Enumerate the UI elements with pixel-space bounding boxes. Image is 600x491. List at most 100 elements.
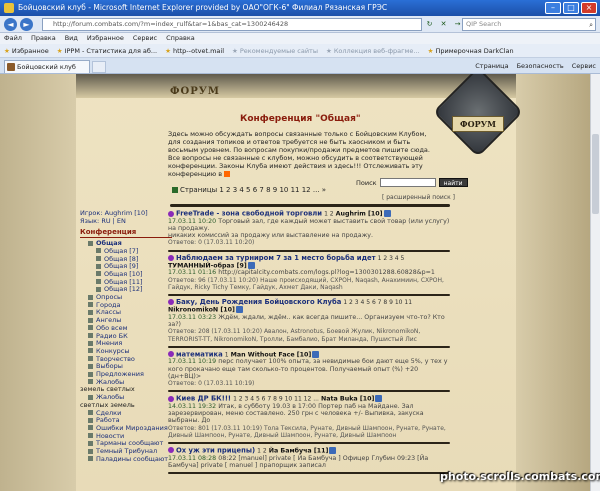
favorite-item[interactable]: ★ Примерочная DarkClan bbox=[428, 44, 514, 57]
bullet-icon bbox=[96, 286, 101, 292]
bullet-icon bbox=[96, 248, 101, 254]
command-2[interactable]: Сервис bbox=[572, 61, 596, 72]
close-icon[interactable]: × bbox=[581, 2, 597, 14]
search-icon[interactable]: ⌕ bbox=[589, 20, 593, 31]
info-icon[interactable] bbox=[247, 261, 255, 269]
new-tab-button[interactable] bbox=[92, 61, 106, 73]
menu-item[interactable]: Правка bbox=[31, 33, 56, 44]
lang-switch[interactable]: RU | EN bbox=[101, 217, 126, 225]
topic-author[interactable]: Aughrim [10] bbox=[336, 211, 383, 218]
topic-pages[interactable]: 1 2 3 4 5 6 7 8 9 10 11 12 ... bbox=[233, 396, 319, 403]
sidebar-item[interactable]: Сделки bbox=[80, 409, 172, 418]
bullet-icon bbox=[88, 394, 93, 400]
command-0[interactable]: Страница bbox=[475, 61, 508, 72]
topic-title[interactable]: FreeTrade - зона свободной торговли bbox=[176, 210, 322, 218]
menu-item[interactable]: Справка bbox=[166, 33, 195, 44]
topic-author[interactable]: ТУМАННЫЙ-образ [9] bbox=[168, 262, 247, 269]
info-icon[interactable] bbox=[383, 210, 391, 217]
favorite-icon: ★ bbox=[56, 46, 63, 55]
favorite-item[interactable]: ★ Коллекция веб-фрагме... bbox=[326, 44, 420, 57]
sidebar-item[interactable]: Радио БК bbox=[80, 332, 172, 341]
menu-item[interactable]: Избранное bbox=[87, 33, 124, 44]
topic-title-row: Баку, День Рождения Бойцовского Клуба 1 … bbox=[168, 298, 450, 314]
topic-author[interactable]: Йа Бамбуча [11] bbox=[269, 447, 329, 454]
sidebar-item[interactable]: Города bbox=[80, 301, 172, 310]
favorite-item[interactable]: ★ Избранное bbox=[4, 44, 49, 57]
sidebar-item[interactable]: Творчество bbox=[80, 355, 172, 364]
sidebar-item: светлых земель bbox=[80, 401, 172, 410]
topic-title-row: FreeTrade - зона свободной торговли 1 2 … bbox=[168, 210, 450, 218]
topic-pages[interactable]: 1 2 3 4 5 6 7 8 9 10 11 bbox=[343, 299, 412, 306]
info-icon[interactable] bbox=[329, 446, 337, 454]
bullet-icon bbox=[88, 302, 93, 308]
topic-author[interactable]: NikronomikoN [10] bbox=[168, 307, 235, 314]
sidebar-item[interactable]: Ошибки Мироздания bbox=[80, 424, 172, 433]
topic-time: 17.03.11 01:16 bbox=[168, 269, 217, 277]
url-field[interactable]: http://forum.combats.com/?m=index_rulf&t… bbox=[42, 18, 422, 31]
topic-pages[interactable]: 1 2 bbox=[257, 447, 267, 454]
sidebar-item[interactable]: Общая [12] bbox=[80, 285, 172, 294]
ie-app-icon bbox=[4, 3, 14, 13]
back-icon[interactable]: ◄ bbox=[4, 18, 17, 31]
window-title: Бойцовский клуб - Microsoft Internet Exp… bbox=[18, 3, 388, 12]
favorite-item[interactable]: ★ http--otvet.mail bbox=[165, 44, 224, 57]
info-icon[interactable] bbox=[312, 350, 320, 358]
address-bar: ◄ ► http://forum.combats.com/?m=index_ru… bbox=[0, 16, 600, 33]
sidebar-item[interactable]: Предложения bbox=[80, 370, 172, 379]
menu-item[interactable]: Файл bbox=[4, 33, 22, 44]
favorite-label: Рекомендуемые сайты bbox=[239, 46, 318, 55]
bullet-icon bbox=[88, 433, 93, 439]
topic-list: FreeTrade - зона свободной торговли 1 2 … bbox=[168, 210, 450, 477]
search-field[interactable]: QIP Search ⌕ bbox=[462, 18, 596, 31]
lang-label: Язык: bbox=[80, 216, 100, 225]
vertical-scrollbar[interactable] bbox=[590, 74, 600, 491]
find-button[interactable]: найти bbox=[438, 178, 468, 187]
topic-pages[interactable]: 1 2 3 4 5 bbox=[378, 255, 405, 262]
favorite-icon: ★ bbox=[325, 46, 332, 55]
bullet-icon bbox=[96, 256, 101, 262]
bullet-icon bbox=[88, 325, 93, 331]
maximize-icon[interactable]: □ bbox=[563, 2, 579, 14]
scroll-thumb[interactable] bbox=[592, 134, 599, 214]
bullet-icon bbox=[88, 456, 93, 462]
topic-pages[interactable]: 1 2 bbox=[324, 211, 334, 218]
topic-title[interactable]: Наблюдаем за турниром 7 за 1 место борьб… bbox=[176, 254, 376, 262]
topic-replies: Ответов: 0 (17.03.11 10:19) bbox=[168, 380, 255, 388]
sidebar: Игрок: Aughrim [10] Язык: RU | EN Конфер… bbox=[80, 209, 172, 464]
minimize-icon[interactable]: – bbox=[545, 2, 561, 14]
sidebar-item[interactable]: Классы bbox=[80, 309, 172, 317]
advanced-search-link[interactable]: [ расширенный поиск ] bbox=[382, 194, 455, 201]
bullet-icon bbox=[88, 294, 93, 300]
info-icon[interactable] bbox=[235, 306, 243, 314]
tab-combats[interactable]: Бойцовский клуб bbox=[4, 60, 90, 73]
forward-icon[interactable]: ► bbox=[20, 18, 33, 31]
favorites-bar: ★ Избранное ★ IPPM - Статистика для аб... ★ h… bbox=[0, 44, 600, 58]
topic-title[interactable]: Киев ДР БК!!! bbox=[176, 395, 231, 403]
menu-item[interactable]: Сервис bbox=[133, 33, 157, 44]
topic-text: http://capitalcity.combats.com/logs.pl?l… bbox=[218, 269, 435, 277]
sidebar-item[interactable]: Опросы bbox=[80, 293, 172, 302]
bullet-icon bbox=[88, 440, 93, 446]
bullet-icon bbox=[88, 309, 93, 315]
stop-icon[interactable]: ✕ bbox=[438, 19, 449, 30]
pages-links[interactable]: Страницы 1 2 3 4 5 6 7 8 9 10 11 12 ... … bbox=[180, 186, 326, 194]
topic-body: 17.03.11 10:20 Торговый зал, где каждый … bbox=[168, 218, 450, 232]
command-1[interactable]: Безопасность bbox=[517, 61, 564, 72]
pagination: Страницы 1 2 3 4 5 6 7 8 9 10 11 12 ... … bbox=[172, 186, 326, 194]
rss-icon[interactable] bbox=[224, 171, 231, 177]
topic-author[interactable]: Nata Buka [10] bbox=[321, 396, 374, 403]
menu-item[interactable]: Вид bbox=[65, 33, 78, 44]
topic-title[interactable]: Ох уж эти прицепы) bbox=[176, 446, 255, 454]
page-title: Конференция "Общая" bbox=[240, 114, 361, 124]
sidebar-item[interactable]: Паладины сообщают bbox=[80, 455, 172, 464]
refresh-icon[interactable]: ↻ bbox=[424, 19, 435, 30]
bullet-icon bbox=[88, 348, 93, 354]
topic-divider bbox=[168, 345, 450, 348]
tab-bar: Бойцовский клуб Страница Безопасность Серв… bbox=[0, 58, 600, 74]
favorite-item[interactable]: ★ Рекомендуемые сайты bbox=[232, 44, 318, 57]
forum-search-input[interactable] bbox=[379, 178, 436, 187]
favorite-item[interactable]: ★ IPPM - Статистика для аб... bbox=[57, 44, 157, 57]
page-viewport: ФОРУМ ФОРУМ Конференция "Общая" Здесь мо… bbox=[0, 74, 590, 491]
info-icon[interactable] bbox=[375, 395, 383, 403]
topic-title[interactable]: Баку, День Рождения Бойцовского Клуба bbox=[176, 298, 341, 306]
